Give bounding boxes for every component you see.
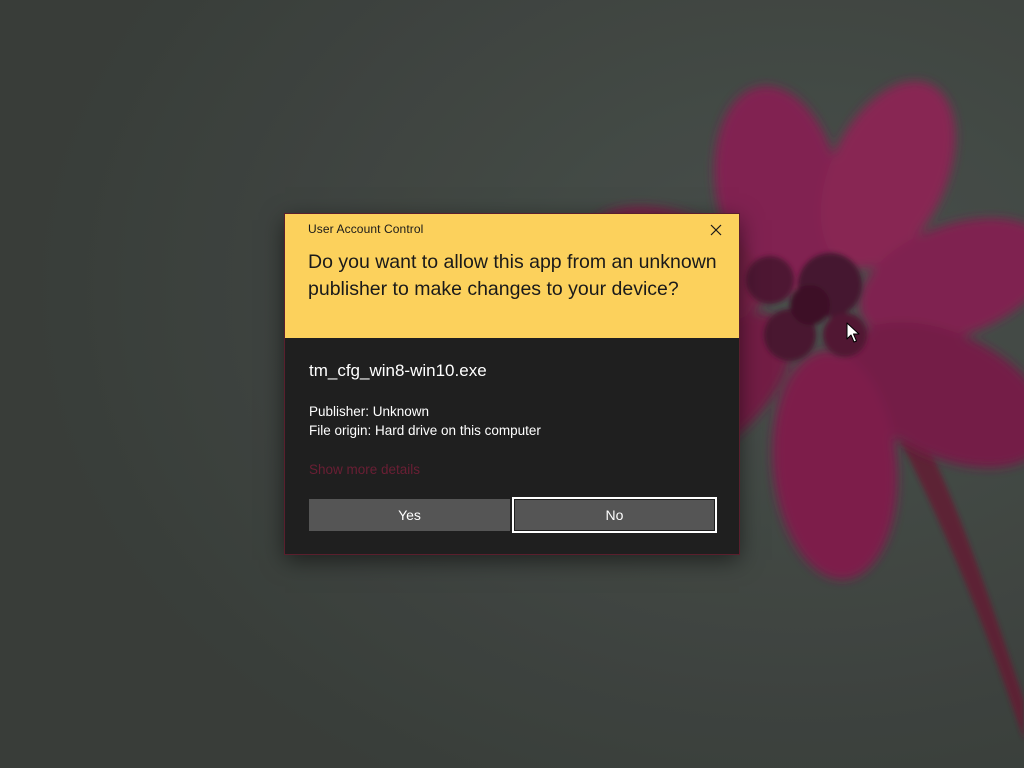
dialog-question: Do you want to allow this app from an un… <box>308 251 717 300</box>
dialog-title: User Account Control <box>308 222 424 236</box>
file-name: tm_cfg_win8-win10.exe <box>309 361 487 380</box>
desktop: User Account Control Do you want to allo… <box>0 0 1024 768</box>
close-icon <box>710 224 722 236</box>
close-button[interactable] <box>703 218 729 242</box>
dialog-header: User Account Control Do you want to allo… <box>285 214 739 338</box>
focus-ring <box>514 499 715 531</box>
yes-button-label: Yes <box>398 507 421 523</box>
publisher-info: Publisher: Unknown <box>309 404 430 419</box>
show-more-details-link[interactable]: Show more details <box>309 462 420 477</box>
no-button[interactable]: No <box>512 497 717 533</box>
arrow-cursor-icon <box>846 322 860 343</box>
yes-button[interactable]: Yes <box>309 499 510 531</box>
dialog-body: tm_cfg_win8-win10.exe Publisher: Unknown… <box>285 338 739 554</box>
uac-dialog: User Account Control Do you want to allo… <box>285 214 739 554</box>
file-origin-info: File origin: Hard drive on this computer <box>309 423 541 438</box>
